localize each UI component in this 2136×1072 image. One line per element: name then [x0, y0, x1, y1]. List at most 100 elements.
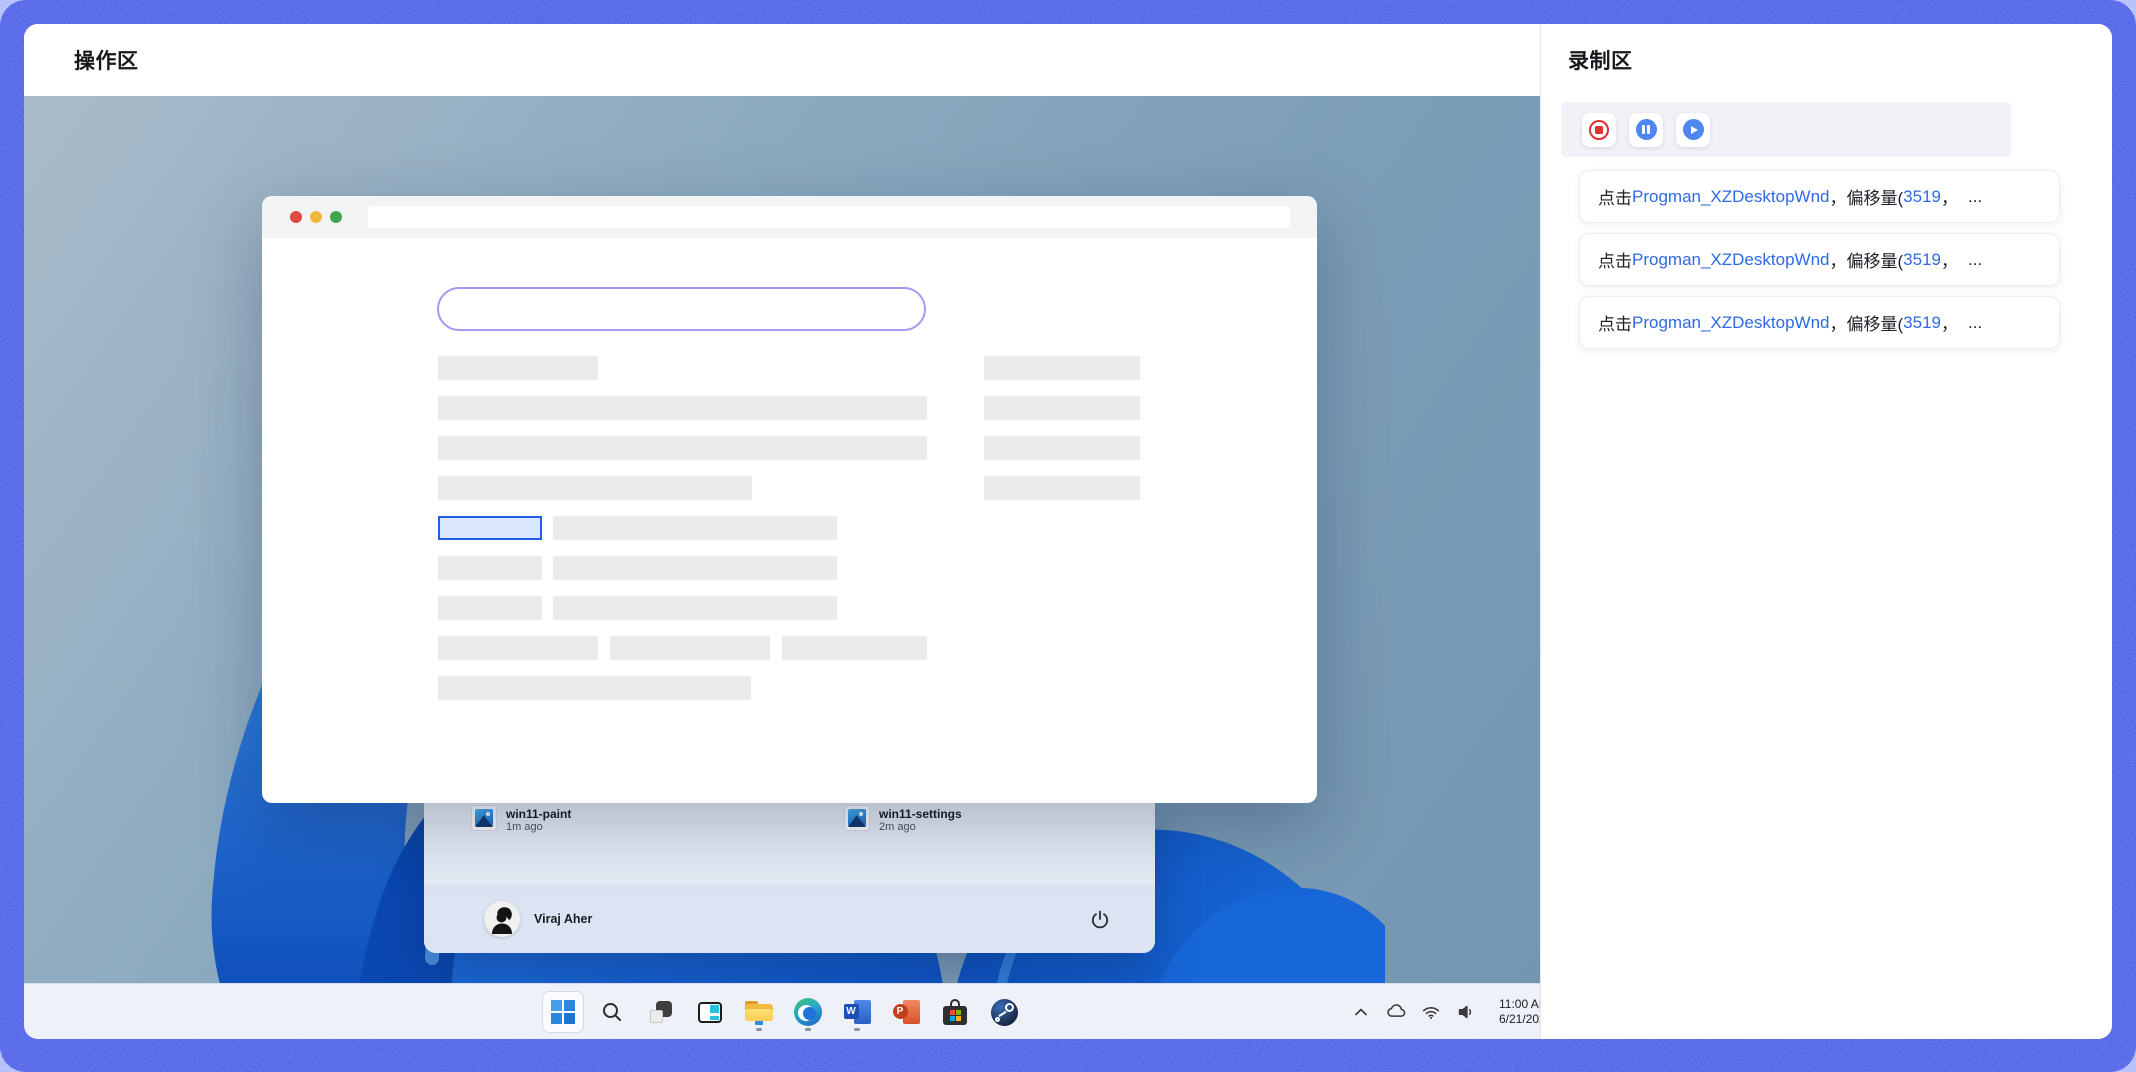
placeholder-bar [438, 396, 927, 420]
placeholder-bar [984, 356, 1140, 380]
start-recent-item[interactable]: win11-settings 2m ago [845, 806, 962, 834]
taskbar: W P [24, 983, 1540, 1039]
maximize-window-icon[interactable] [330, 211, 342, 223]
address-bar[interactable] [368, 206, 1290, 228]
recent-file-time: 2m ago [879, 821, 962, 834]
screen: 操作区 [0, 0, 2136, 1072]
operation-pane: 操作区 [24, 24, 1540, 1039]
windows-start-icon [551, 1000, 575, 1024]
browser-page-content [262, 238, 1317, 803]
clock-time: 11:00 AM [1499, 997, 1540, 1012]
clock-date: 6/21/2023 [1499, 1012, 1540, 1027]
action-target: Progman_XZDesktopWnd [1632, 250, 1829, 270]
recorder-app-window: 操作区 [24, 24, 2112, 1039]
image-file-icon [845, 806, 869, 830]
operation-header: 操作区 [24, 24, 1540, 96]
placeholder-bar [438, 636, 598, 660]
action-target: Progman_XZDesktopWnd [1632, 187, 1829, 207]
placeholder-bar [438, 596, 542, 620]
store-icon [943, 999, 967, 1025]
action-ellipsis: ... [1968, 187, 1982, 207]
file-explorer-button[interactable] [739, 992, 779, 1032]
chevron-up-icon[interactable] [1350, 1001, 1372, 1023]
search-icon [600, 1000, 624, 1024]
start-button[interactable] [543, 992, 583, 1032]
action-target: Progman_XZDesktopWnd [1632, 313, 1829, 333]
placeholder-bar [984, 436, 1140, 460]
user-name: Viraj Aher [534, 912, 592, 926]
placeholder-bar [984, 476, 1140, 500]
start-user-bar: Viraj Aher [424, 885, 1155, 953]
widgets-icon [698, 1002, 722, 1023]
search-input[interactable] [437, 287, 926, 331]
placeholder-bar [438, 356, 598, 380]
placeholder-bar [438, 476, 752, 500]
image-file-icon [472, 806, 496, 830]
action-offset-x: 3519 [1903, 187, 1941, 207]
action-ellipsis: ... [1968, 250, 1982, 270]
recent-file-time: 1m ago [506, 821, 571, 834]
action-offset-label: ，偏移量( [1829, 184, 1903, 209]
placeholder-bar [553, 596, 837, 620]
browser-window[interactable] [262, 196, 1317, 803]
start-recent-item[interactable]: win11-paint 1m ago [472, 806, 571, 834]
recent-file-name: win11-settings [879, 806, 962, 821]
action-verb: 点击 [1598, 247, 1632, 272]
widgets-button[interactable] [690, 992, 730, 1032]
recent-file-name: win11-paint [506, 806, 571, 821]
recording-toolbar [1561, 102, 2011, 157]
action-offset-label: ，偏移量( [1829, 310, 1903, 335]
placeholder-bar [610, 636, 770, 660]
steam-button[interactable] [984, 992, 1024, 1032]
recorded-action-item[interactable]: 点击Progman_XZDesktopWnd，偏移量(3519，... [1579, 296, 2060, 349]
search-button[interactable] [592, 992, 632, 1032]
recorded-action-item[interactable]: 点击Progman_XZDesktopWnd，偏移量(3519，... [1579, 170, 2060, 223]
close-window-icon[interactable] [290, 211, 302, 223]
selected-item-highlight[interactable] [438, 516, 542, 540]
word-button[interactable]: W [837, 992, 877, 1032]
volume-icon[interactable] [1455, 1001, 1477, 1023]
recording-title: 录制区 [1568, 45, 1633, 75]
placeholder-bar [438, 676, 751, 700]
user-avatar[interactable] [484, 901, 520, 937]
operation-title: 操作区 [74, 45, 139, 75]
taskbar-icons: W P [543, 992, 1024, 1032]
word-icon: W [844, 999, 871, 1025]
placeholder-bar [553, 516, 837, 540]
pause-icon [1636, 119, 1657, 140]
edge-browser-button[interactable] [788, 992, 828, 1032]
action-separator: ， [1941, 310, 1958, 335]
stop-recording-button[interactable] [1582, 113, 1616, 147]
placeholder-bar [438, 436, 927, 460]
taskbar-clock[interactable]: 11:00 AM 6/21/2023 [1499, 997, 1540, 1027]
edge-icon [794, 998, 822, 1026]
action-separator: ， [1941, 184, 1958, 209]
placeholder-bar [553, 556, 837, 580]
recording-pane: 录制区 点击Progman_XZDesktopWnd，偏移量(3519，... [1540, 24, 2112, 1039]
pause-recording-button[interactable] [1629, 113, 1663, 147]
action-offset-x: 3519 [1903, 313, 1941, 333]
placeholder-bar [782, 636, 927, 660]
task-view-icon [650, 1001, 672, 1023]
system-tray: 11:00 AM 6/21/2023 [1350, 984, 1540, 1039]
onedrive-cloud-icon[interactable] [1385, 1001, 1407, 1023]
play-icon [1683, 119, 1704, 140]
action-verb: 点击 [1598, 310, 1632, 335]
powerpoint-button[interactable]: P [886, 992, 926, 1032]
play-recording-button[interactable] [1676, 113, 1710, 147]
file-explorer-icon [745, 1000, 773, 1024]
minimize-window-icon[interactable] [310, 211, 322, 223]
recorded-action-item[interactable]: 点击Progman_XZDesktopWnd，偏移量(3519，... [1579, 233, 2060, 286]
windows-desktop[interactable]: win11-paint 1m ago win11-settings 2m ago [24, 96, 1540, 1039]
microsoft-store-button[interactable] [935, 992, 975, 1032]
stop-icon [1589, 120, 1609, 140]
browser-titlebar [262, 196, 1317, 238]
power-icon[interactable] [1089, 908, 1111, 930]
wifi-icon[interactable] [1420, 1001, 1442, 1023]
placeholder-bar [984, 396, 1140, 420]
action-offset-x: 3519 [1903, 250, 1941, 270]
task-view-button[interactable] [641, 992, 681, 1032]
start-menu: win11-paint 1m ago win11-settings 2m ago [424, 800, 1155, 953]
powerpoint-icon: P [893, 999, 920, 1025]
action-ellipsis: ... [1968, 313, 1982, 333]
